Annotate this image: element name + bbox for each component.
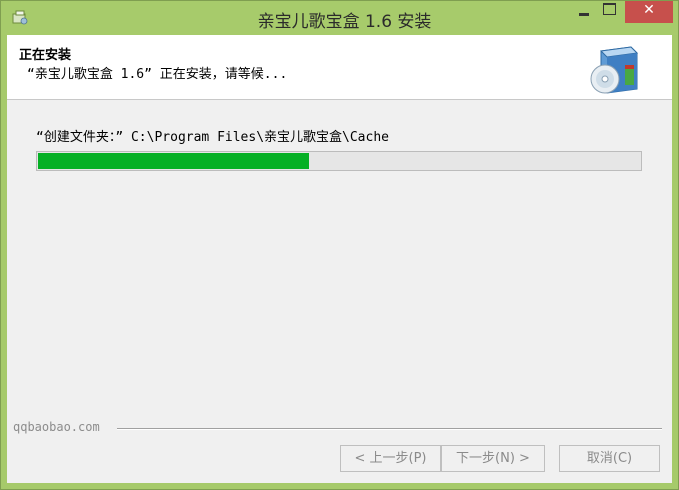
maximize-icon [603,3,616,15]
close-button[interactable]: ✕ [625,1,673,23]
install-progress-bar [36,151,642,171]
minimize-button[interactable] [571,1,597,23]
maximize-button[interactable] [597,1,623,23]
page-subtitle: “亲宝儿歌宝盒 1.6” 正在安装，请等候... [27,67,288,82]
installer-body: 正在安装 “亲宝儿歌宝盒 1.6” 正在安装，请等候... “创建文件夹：” C… [7,35,672,483]
brand-label: qqbaobao.com [13,420,100,434]
divider [117,428,662,430]
close-icon: ✕ [643,2,655,18]
header-panel: 正在安装 “亲宝儿歌宝盒 1.6” 正在安装，请等候... [7,35,672,100]
cancel-button[interactable]: 取消(C) [559,445,660,472]
next-button[interactable]: 下一步(N) > [441,445,545,472]
title-bar[interactable]: 亲宝儿歌宝盒 1.6 安装 ✕ [1,1,678,35]
minimize-icon [579,13,589,16]
installer-box-icon [590,46,639,94]
page-title: 正在安装 [19,48,72,63]
installer-window: 亲宝儿歌宝盒 1.6 安装 ✕ 正在安装 “亲宝儿歌宝盒 1.6” 正在安装，请… [0,0,679,490]
back-button[interactable]: < 上一步(P) [340,445,441,472]
status-text: “创建文件夹：” C:\Program Files\亲宝儿歌宝盒\Cache [36,130,389,145]
progress-fill [38,153,309,169]
